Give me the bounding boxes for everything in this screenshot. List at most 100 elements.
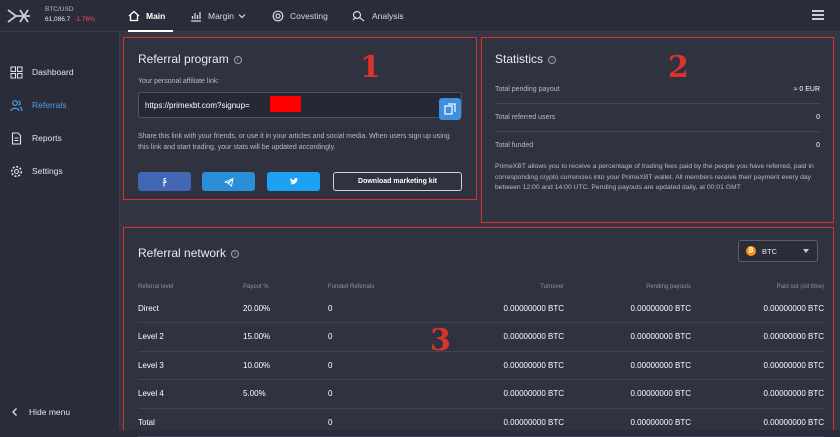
affiliate-link-value: https://primexbt.com?signup= xyxy=(145,101,250,110)
table-row-total: Total 0 0.00000000 BTC 0.00000000 BTC 0.… xyxy=(138,408,824,437)
stat-label: Total pending payout xyxy=(495,86,560,93)
ticker-change: -1.76% xyxy=(74,16,95,23)
hide-menu-label: Hide menu xyxy=(29,407,71,417)
divider xyxy=(495,131,820,132)
table-row: Level 4 5.00% 0 0.00000000 BTC 0.0000000… xyxy=(138,379,824,409)
annotation-number-1: 1 xyxy=(360,50,381,85)
table-cell: 0.00000000 BTC xyxy=(691,379,824,409)
stat-row-referred-users: Total referred users 0 xyxy=(495,114,820,124)
table-cell: 5.00% xyxy=(243,379,328,409)
dashboard-icon xyxy=(10,66,23,78)
sidebar-item-settings[interactable]: Settings xyxy=(10,163,63,179)
document-icon xyxy=(11,131,22,145)
hamburger-menu-icon[interactable] xyxy=(812,10,824,20)
share-twitter-button[interactable] xyxy=(267,172,320,191)
nav-analysis[interactable]: Analysis xyxy=(352,0,404,32)
stat-value: 0 xyxy=(816,114,820,121)
info-icon[interactable]: i xyxy=(231,249,240,258)
ticker-pair: BTC/USD xyxy=(45,6,74,13)
statistics-description: PrimeXBT allows you to receive a percent… xyxy=(495,163,814,191)
affiliate-link-label: Your personal affiliate link: xyxy=(138,78,220,85)
table-cell: 0.00000000 BTC xyxy=(691,351,824,380)
table-cell: Total xyxy=(138,408,243,437)
chevron-down-icon xyxy=(803,249,809,253)
ticker-price: 61,086.7 xyxy=(45,16,71,23)
annotation-number-2: 2 xyxy=(668,50,689,85)
table-cell: 0 xyxy=(328,322,438,352)
hide-menu-button[interactable]: Hide menu xyxy=(10,404,70,420)
gear-icon xyxy=(10,165,23,177)
main-content: Referral program i 1 Your personal affili… xyxy=(120,32,840,437)
statistics-panel: Statistics i 2 Total pending payout ≈ 0 EU… xyxy=(481,37,834,223)
affiliate-link-field[interactable]: https://primexbt.com?signup= xyxy=(138,92,462,118)
referral-network-panel: Referral network i 3 ₿ BTC Referral level… xyxy=(123,227,834,437)
statistics-title-text: Statistics xyxy=(495,52,544,66)
table-cell: Direct xyxy=(138,294,243,323)
info-icon[interactable]: i xyxy=(548,55,557,64)
table-cell: 0 xyxy=(328,379,438,409)
currency-select-value: BTC xyxy=(762,246,777,256)
share-description: Share this link with your friends, or us… xyxy=(138,133,450,151)
table-cell: 0.00000000 BTC xyxy=(564,322,691,352)
nav-covesting-label: Covesting xyxy=(290,11,328,21)
home-icon xyxy=(128,10,140,22)
telegram-icon xyxy=(223,177,234,187)
referral-program-title: Referral program i xyxy=(138,52,242,66)
copy-link-button[interactable] xyxy=(439,98,461,120)
info-icon[interactable]: i xyxy=(233,55,242,64)
referral-program-panel: Referral program i 1 Your personal affili… xyxy=(123,37,477,200)
nav-analysis-label: Analysis xyxy=(372,11,404,21)
primexbt-logo[interactable] xyxy=(6,6,32,26)
nav-main-label: Main xyxy=(146,11,166,21)
analysis-icon xyxy=(352,10,365,22)
table-cell: 0.00000000 BTC xyxy=(438,294,564,323)
table-row: Level 2 15.00% 0 0.00000000 BTC 0.000000… xyxy=(138,322,824,352)
table-cell: 15.00% xyxy=(243,322,328,352)
share-telegram-button[interactable] xyxy=(202,172,255,191)
table-cell: 0 xyxy=(328,294,438,323)
stat-row-total-funded: Total funded 0 xyxy=(495,142,820,152)
referral-network-title-text: Referral network xyxy=(138,246,227,260)
table-cell: 20.00% xyxy=(243,294,328,323)
table-cell: Level 2 xyxy=(138,322,243,352)
referral-network-table: Referral level Payout % Funded Referrals… xyxy=(138,280,824,437)
sidebar-item-reports-label: Reports xyxy=(32,133,62,143)
table-cell: Level 4 xyxy=(138,379,243,409)
sidebar-item-reports[interactable]: Reports xyxy=(10,130,62,146)
nav-main[interactable]: Main xyxy=(128,0,173,32)
column-header: Payout % xyxy=(243,284,269,290)
column-header: Referral level xyxy=(138,284,174,290)
table-row: Direct 20.00% 0 0.00000000 BTC 0.0000000… xyxy=(138,294,824,323)
column-header: Pending payouts xyxy=(646,284,691,290)
sidebar-item-dashboard[interactable]: Dashboard xyxy=(10,64,74,80)
table-cell: 0.00000000 BTC xyxy=(438,322,564,352)
covesting-icon xyxy=(272,10,284,22)
stat-value: ≈ 0 EUR xyxy=(793,86,820,93)
download-marketing-kit-button[interactable]: Download marketing kit xyxy=(333,172,462,191)
nav-margin-label: Margin xyxy=(208,11,234,21)
share-facebook-button[interactable] xyxy=(138,172,191,191)
column-header: Funded Referrals xyxy=(328,284,375,290)
table-cell: 0.00000000 BTC xyxy=(691,408,824,437)
referral-network-title: Referral network i xyxy=(138,246,240,260)
users-icon xyxy=(10,99,23,111)
referral-program-title-text: Referral program xyxy=(138,52,229,66)
nav-margin[interactable]: Margin xyxy=(190,0,252,32)
nav-covesting[interactable]: Covesting xyxy=(272,0,328,32)
sidebar-item-referrals[interactable]: Referrals xyxy=(10,97,66,113)
currency-select[interactable]: ₿ BTC xyxy=(738,240,818,262)
table-cell: 0 xyxy=(328,408,438,437)
table-cell: 0.00000000 BTC xyxy=(438,408,564,437)
stat-value: 0 xyxy=(816,142,820,149)
table-cell: 0.00000000 BTC xyxy=(564,294,691,323)
divider xyxy=(495,103,820,104)
table-cell: 0 xyxy=(328,351,438,380)
table-cell: 0.00000000 BTC xyxy=(691,322,824,352)
chevron-down-icon xyxy=(238,14,246,19)
sidebar-item-settings-label: Settings xyxy=(32,166,63,176)
table-cell: 0.00000000 BTC xyxy=(564,351,691,380)
stat-label: Total funded xyxy=(495,142,534,149)
sidebar-item-dashboard-label: Dashboard xyxy=(32,67,74,77)
price-ticker[interactable]: BTC/USD 61,086.7 -1.76% xyxy=(45,5,95,25)
redaction-block xyxy=(270,96,301,112)
